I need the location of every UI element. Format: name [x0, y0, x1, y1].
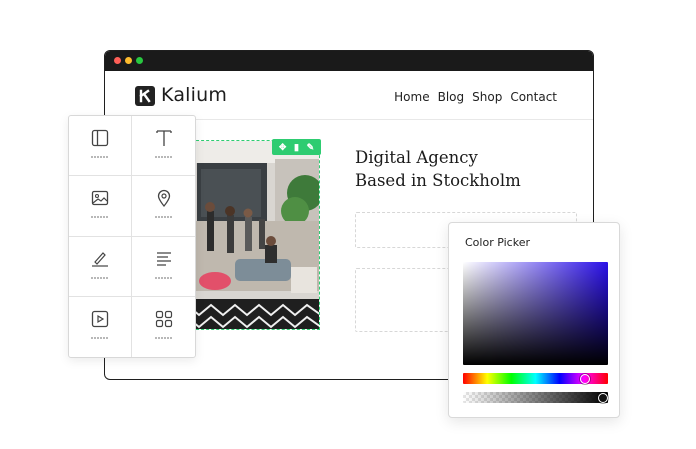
hero-title-line-2: Based in Stockholm — [355, 171, 521, 190]
signature-icon — [92, 251, 108, 267]
widget-signature[interactable] — [69, 236, 132, 297]
widget-text[interactable] — [132, 116, 195, 177]
brand-name[interactable]: Kalium — [161, 84, 227, 106]
video-icon — [91, 310, 109, 327]
widget-label — [154, 156, 173, 158]
close-dot[interactable] — [114, 57, 121, 64]
alpha-slider-handle[interactable] — [598, 392, 608, 403]
minimize-dot[interactable] — [125, 57, 132, 64]
widget-label — [91, 216, 109, 219]
hero-title: Digital Agency Based in Stockholm — [355, 146, 575, 192]
widget-map[interactable] — [132, 176, 195, 237]
alpha-slider[interactable] — [463, 392, 608, 403]
widget-image[interactable] — [69, 176, 132, 237]
nav-blog[interactable]: Blog — [438, 90, 465, 104]
selected-image-block[interactable] — [186, 140, 320, 330]
image-icon — [91, 191, 109, 206]
widget-label — [91, 276, 109, 279]
layout-icon — [91, 129, 109, 147]
nav-contact[interactable]: Contact — [510, 90, 557, 104]
logo-icon[interactable] — [135, 86, 155, 106]
hero-title-line-1: Digital Agency — [355, 148, 478, 167]
nav-home[interactable]: Home — [394, 90, 429, 104]
main-nav: Home Blog Shop Contact — [394, 90, 557, 104]
widget-label — [154, 216, 173, 219]
grid-icon — [155, 310, 172, 327]
widget-paragraph[interactable] — [132, 237, 195, 297]
hue-slider[interactable] — [463, 373, 608, 384]
widget-layout[interactable] — [69, 116, 132, 177]
image-toolbar: ✥ ▮ ✎ — [272, 139, 321, 155]
widget-label — [91, 156, 109, 158]
widget-grid[interactable] — [132, 297, 195, 357]
maximize-dot[interactable] — [136, 57, 143, 64]
paragraph-icon — [156, 251, 171, 266]
office-photo — [187, 141, 319, 329]
text-icon — [155, 130, 172, 146]
color-picker-title: Color Picker — [465, 236, 530, 249]
map-pin-icon — [157, 190, 170, 208]
delete-icon[interactable]: ▮ — [294, 139, 299, 155]
window-titlebar — [105, 51, 593, 71]
widgets-panel — [68, 115, 196, 358]
widget-label — [91, 336, 109, 339]
hue-slider-handle[interactable] — [579, 373, 590, 384]
widget-label — [154, 276, 173, 279]
widget-video[interactable] — [69, 296, 132, 357]
move-icon[interactable]: ✥ — [279, 139, 287, 155]
color-picker-panel: Color Picker — [448, 222, 620, 418]
nav-shop[interactable]: Shop — [472, 90, 502, 104]
widget-label — [154, 336, 173, 339]
edit-icon[interactable]: ✎ — [307, 139, 315, 155]
saturation-value-area[interactable] — [463, 262, 608, 365]
